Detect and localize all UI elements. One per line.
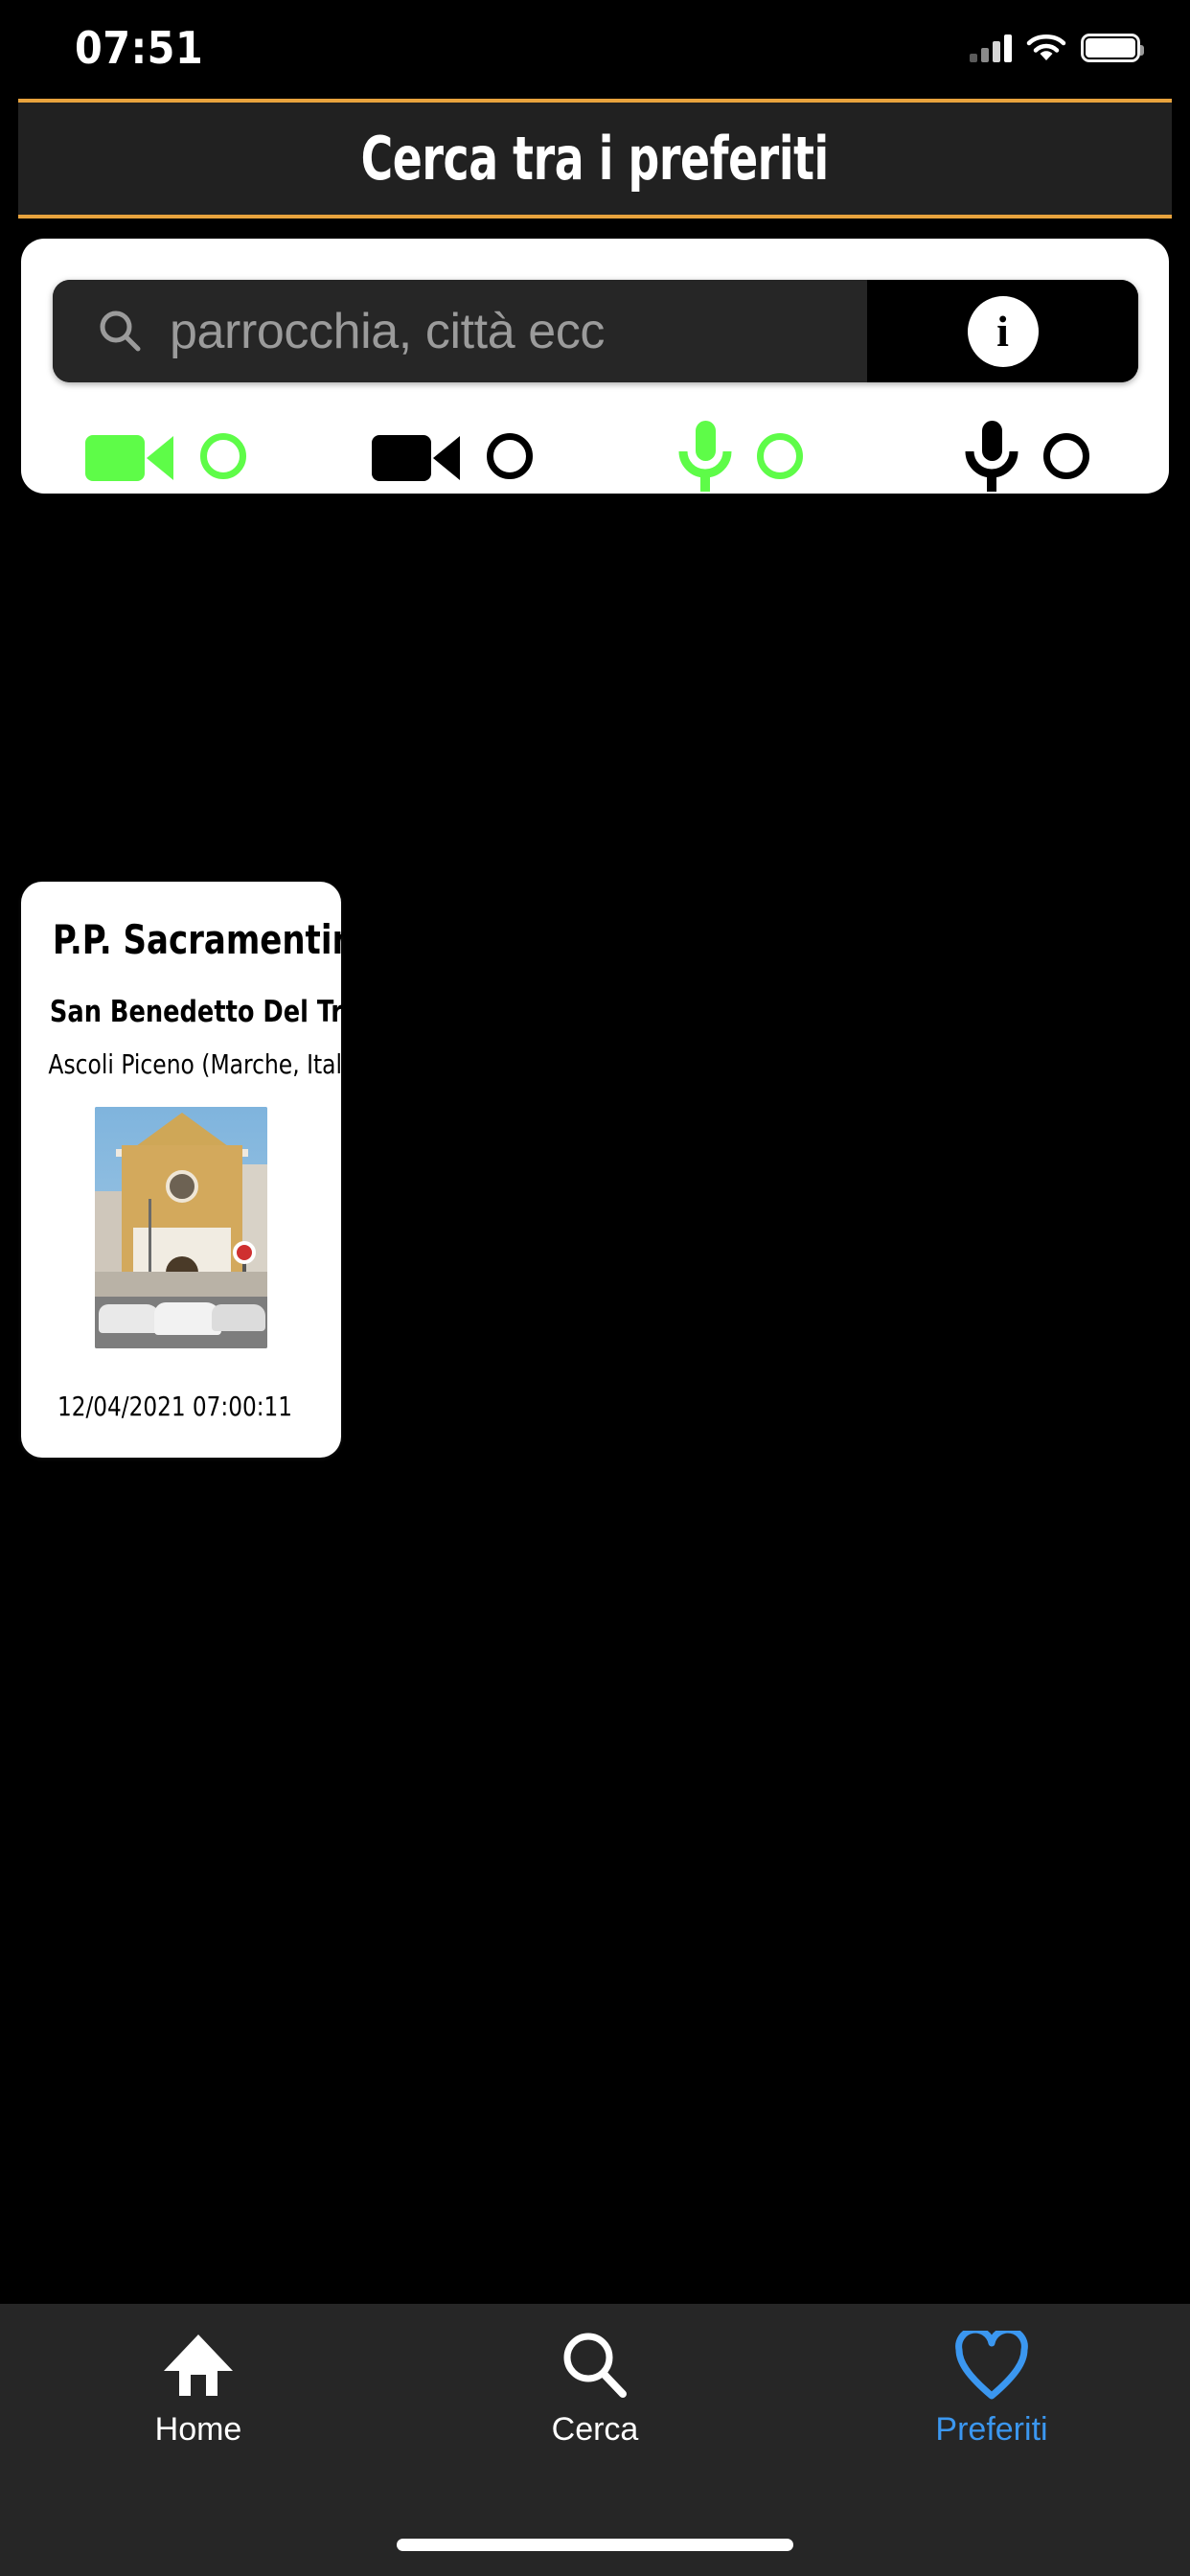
filter-video-offline[interactable] <box>309 425 596 488</box>
tab-cerca[interactable]: Cerca <box>397 2331 793 2449</box>
video-camera-icon <box>84 435 173 481</box>
cellular-signal-icon <box>970 34 1012 62</box>
tab-home-label: Home <box>154 2411 242 2448</box>
tab-preferiti[interactable]: Preferiti <box>793 2331 1190 2449</box>
search-panel: parrocchia, città ecc i <box>21 239 1169 494</box>
tab-home[interactable]: Home <box>0 2331 397 2449</box>
filter-audio-offline[interactable] <box>882 419 1170 494</box>
battery-icon <box>1081 34 1144 62</box>
poi-region: Ascoli Piceno (Marche, Italia) <box>48 1048 372 1080</box>
search-icon <box>563 2333 627 2398</box>
video-camera-icon <box>372 435 461 481</box>
poi-timestamp: 12/04/2021 07:00:11 <box>57 1390 292 1422</box>
microphone-icon <box>965 421 1018 492</box>
search-placeholder: parrocchia, città ecc <box>170 303 606 359</box>
filter-radio-audio-live[interactable] <box>756 433 803 479</box>
wifi-icon <box>1026 34 1066 60</box>
status-indicators <box>970 33 1144 63</box>
tab-preferiti-label: Preferiti <box>935 2411 1048 2448</box>
app-screen: 07:51 Cerca tra i preferiti parrocchia, … <box>0 0 1190 2576</box>
filter-radio-audio-offline[interactable] <box>1043 433 1090 479</box>
info-button-area[interactable]: i <box>867 280 1138 382</box>
search-input[interactable]: parrocchia, città ecc <box>53 280 867 382</box>
info-icon[interactable]: i <box>967 295 1039 367</box>
card-footer: 12/04/2021 07:00:11 <box>38 1373 324 1438</box>
home-icon <box>164 2334 233 2396</box>
search-bar[interactable]: parrocchia, città ecc i <box>53 280 1138 382</box>
filter-audio-live[interactable] <box>595 419 882 494</box>
status-time: 07:51 <box>75 22 204 74</box>
page-header: Cerca tra i preferiti <box>18 99 1172 218</box>
tab-cerca-label: Cerca <box>551 2411 639 2448</box>
status-bar: 07:51 <box>0 0 1190 96</box>
bottom-tab-bar: Home Cerca Preferiti <box>0 2304 1190 2576</box>
filter-radio-video-offline[interactable] <box>487 433 534 479</box>
microphone-icon <box>678 421 732 492</box>
filter-radio-video-live[interactable] <box>199 433 246 479</box>
filter-video-live[interactable] <box>21 425 309 488</box>
filter-toggle-row <box>21 419 1169 494</box>
heart-outline-icon <box>955 2331 1028 2400</box>
page-title: Cerca tra i preferiti <box>360 124 830 194</box>
home-indicator[interactable] <box>397 2539 793 2551</box>
poi-city: San Benedetto Del Tronto <box>49 995 406 1029</box>
poi-name: P.P. Sacramentini <box>52 916 367 963</box>
church-facade-photo <box>95 1107 267 1348</box>
search-icon <box>100 310 141 351</box>
favorite-result-card[interactable]: P.P. Sacramentini San Benedetto Del Tron… <box>21 882 406 1458</box>
